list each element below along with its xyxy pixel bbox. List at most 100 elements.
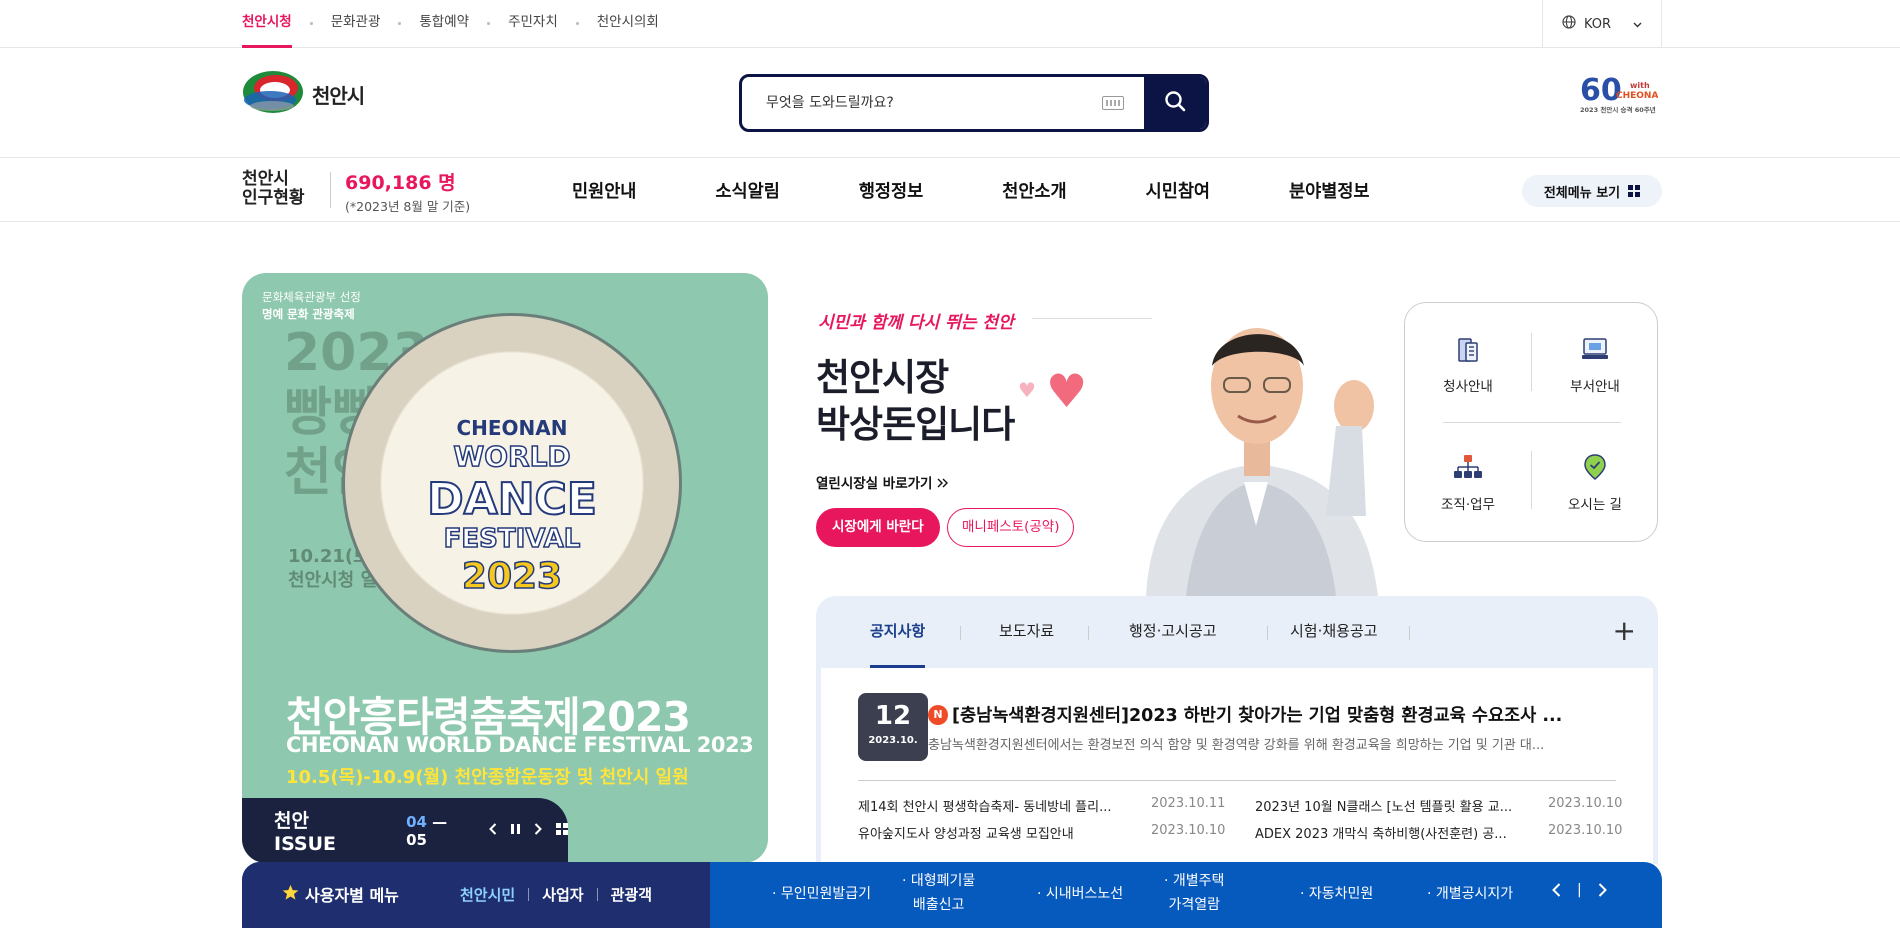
- search-button[interactable]: [1144, 77, 1206, 129]
- divider: [960, 626, 961, 640]
- notice-item-date: 2023.10.10: [1548, 796, 1623, 811]
- tab-tourist[interactable]: 관광객: [611, 884, 652, 905]
- banner-subtitle: 문화체육관광부 선정 명예 문화 관광축제: [262, 290, 361, 321]
- user-menu-item-housing-price[interactable]: · 개별주택 가격열람: [1164, 869, 1224, 917]
- quick-link-label: 청사안내: [1443, 379, 1493, 395]
- next-arrow-icon[interactable]: [1598, 882, 1607, 901]
- divider: [1267, 626, 1268, 640]
- notice-item-date: 2023.10.10: [1548, 823, 1623, 838]
- tab-press-releases[interactable]: 보도자료: [999, 620, 1054, 668]
- tab-exams-recruitment[interactable]: 시험·채용공고: [1290, 620, 1378, 668]
- site-logo[interactable]: 천안시: [242, 70, 365, 118]
- menu-about-cheonan[interactable]: 천안소개: [1002, 178, 1066, 203]
- menu-administration[interactable]: 행정정보: [859, 178, 923, 203]
- list-item[interactable]: 유아숲지도사 양성과정 교육생 모집안내 2023.10.10: [858, 823, 1225, 842]
- user-menu-item-unmanned-kiosk[interactable]: · 무인민원발급기: [772, 882, 871, 906]
- keyboard-icon[interactable]: [1102, 96, 1124, 110]
- separator-dot: [575, 22, 579, 25]
- manifesto-button[interactable]: 매니페스토(공약): [947, 508, 1075, 547]
- all-menu-label: 전체메뉴 보기: [1543, 185, 1621, 201]
- language-label: KOR: [1583, 16, 1612, 32]
- star-icon: [282, 884, 299, 905]
- quick-link-label: 부서안내: [1570, 379, 1620, 395]
- separator: |: [1577, 882, 1582, 898]
- quick-link-building-guide[interactable]: 청사안내: [1405, 335, 1531, 395]
- menu-news[interactable]: 소식알림: [715, 178, 779, 203]
- quick-link-label: 오시는 길: [1568, 497, 1622, 513]
- toplink-cheonan-city[interactable]: 천안시청: [242, 0, 292, 48]
- tab-public-announcements[interactable]: 행정·고시공고: [1129, 620, 1217, 668]
- notice-item-title: 제14회 천안시 평생학습축제- 동네방네 플리...: [858, 800, 1112, 815]
- divider: [330, 172, 331, 208]
- ask-mayor-button[interactable]: 시장에게 바란다: [816, 508, 940, 547]
- population-value: 690,186 명: [345, 172, 456, 194]
- more-plus-icon[interactable]: +: [1613, 614, 1636, 647]
- language-selector[interactable]: KOR: [1542, 0, 1662, 48]
- quick-link-department-guide[interactable]: 부서안내: [1532, 335, 1658, 395]
- list-item[interactable]: ADEX 2023 개막식 축하비행(사전훈련) 공... 2023.10.10: [1255, 823, 1622, 842]
- divider: [1088, 626, 1089, 640]
- notice-board: 공지사항 보도자료 행정·고시공고 시험·채용공고 + 12 2023.10. …: [816, 596, 1658, 864]
- menu-civil-service[interactable]: 민원안내: [572, 178, 636, 203]
- toplink-integrated-booking[interactable]: 통합예약: [419, 0, 469, 47]
- quick-link-organization[interactable]: 조직·업무: [1405, 453, 1531, 513]
- notice-item-title: 유아숲지도사 양성과정 교육생 모집안내: [858, 827, 1074, 842]
- notice-item-title: ADEX 2023 개막식 축하비행(사전훈련) 공...: [1255, 827, 1507, 842]
- notice-item-title: 2023년 10월 N클래스 [노선 템플릿 활용 교...: [1255, 800, 1513, 815]
- festival-banner[interactable]: 문화체육관광부 선정 명예 문화 관광축제 2023 빵빵 천안 10.21(토…: [242, 273, 768, 863]
- next-slide-button[interactable]: [534, 822, 542, 839]
- toplink-resident-autonomy[interactable]: 주민자치: [508, 0, 558, 47]
- top-utility-bar: 천안시청 문화관광 통합예약 주민자치 천안시의회 KOR: [0, 0, 1900, 48]
- main-navigation-bar: 천안시 인구현황 690,186 명 (*2023년 8월 말 기준) 민원안내…: [0, 158, 1900, 222]
- mayor-portrait: [1126, 286, 1402, 596]
- heart-small-icon: ♥: [1018, 378, 1036, 402]
- divider: [1409, 626, 1410, 640]
- toplink-city-council[interactable]: 천안시의회: [597, 0, 659, 47]
- globe-icon: [1562, 15, 1576, 33]
- monitor-icon: [1532, 335, 1658, 367]
- notice-item-date: 2023.10.11: [1151, 796, 1226, 811]
- user-type-tabs: 천안시민 사업자 관광객: [460, 884, 652, 905]
- list-item[interactable]: 2023년 10월 N클래스 [노선 템플릿 활용 교... 2023.10.1…: [1255, 796, 1622, 815]
- view-all-slides-button[interactable]: [556, 822, 568, 839]
- tab-notices[interactable]: 공지사항: [870, 620, 926, 668]
- notice-item-date: 2023.10.10: [1151, 823, 1226, 838]
- user-menu-header: 사용자별 메뉴 천안시민 사업자 관광객: [242, 862, 710, 928]
- new-badge: N: [928, 705, 948, 725]
- prev-arrow-icon[interactable]: [1552, 882, 1561, 901]
- user-menu-item-vehicle-service[interactable]: · 자동차민원: [1300, 882, 1373, 906]
- list-item[interactable]: 제14회 천안시 평생학습축제- 동네방네 플리... 2023.10.11: [858, 796, 1225, 815]
- divider: [528, 888, 530, 901]
- search-input[interactable]: [742, 77, 1102, 129]
- tab-business[interactable]: 사업자: [542, 884, 583, 905]
- menu-field-info[interactable]: 분야별정보: [1289, 178, 1370, 203]
- featured-notice-title[interactable]: [충남녹색환경지원센터]2023 하반기 찾아가는 기업 맞춤형 환경교육 수요…: [952, 702, 1612, 727]
- issue-slider-controls: 천안 ISSUE 04 — 05: [242, 798, 568, 863]
- featured-notice-description: 충남녹색환경지원센터에서는 환경보전 의식 함양 및 환경역량 강화를 위해 환…: [928, 738, 1545, 753]
- user-menu-item-bus-routes[interactable]: · 시내버스노선: [1037, 882, 1123, 906]
- user-menu-item-bulky-waste[interactable]: · 대형폐기물 배출신고: [902, 869, 975, 917]
- toplink-culture-tourism[interactable]: 문화관광: [331, 0, 381, 47]
- population-date: (*2023년 8월 말 기준): [345, 199, 471, 214]
- org-chart-icon: [1405, 453, 1531, 485]
- festival-title-english: CHEONAN WORLD DANCE FESTIVAL 2023: [286, 733, 754, 757]
- open-mayor-office-link[interactable]: 열린시장실 바로가기: [816, 472, 949, 492]
- quick-link-label: 조직·업무: [1441, 497, 1495, 513]
- anniversary-60-logo[interactable]: 60 with CHEONAN 2023 천안시 승격 60주년: [1578, 70, 1666, 120]
- divider: [1443, 422, 1621, 423]
- mayor-slogan: 시민과 함께 다시 뛰는 천안: [818, 313, 1014, 333]
- issue-title: 천안 ISSUE: [274, 810, 336, 855]
- location-pin-icon: [1532, 453, 1658, 485]
- tab-citizen[interactable]: 천안시민: [460, 884, 515, 905]
- all-menu-button[interactable]: 전체메뉴 보기: [1522, 175, 1662, 207]
- chevron-down-icon: [1633, 17, 1642, 32]
- quick-link-directions[interactable]: 오시는 길: [1532, 453, 1658, 513]
- user-menu-item-land-price[interactable]: · 개별공시지가: [1427, 882, 1513, 906]
- menu-citizen-participation[interactable]: 시민참여: [1146, 178, 1210, 203]
- prev-slide-button[interactable]: [489, 822, 497, 839]
- pause-button[interactable]: [511, 823, 520, 839]
- slider-buttons: [489, 822, 568, 839]
- svg-text:CHEONAN: CHEONAN: [1616, 91, 1658, 101]
- double-chevron-right-icon: [937, 476, 949, 492]
- divider: [858, 780, 1616, 781]
